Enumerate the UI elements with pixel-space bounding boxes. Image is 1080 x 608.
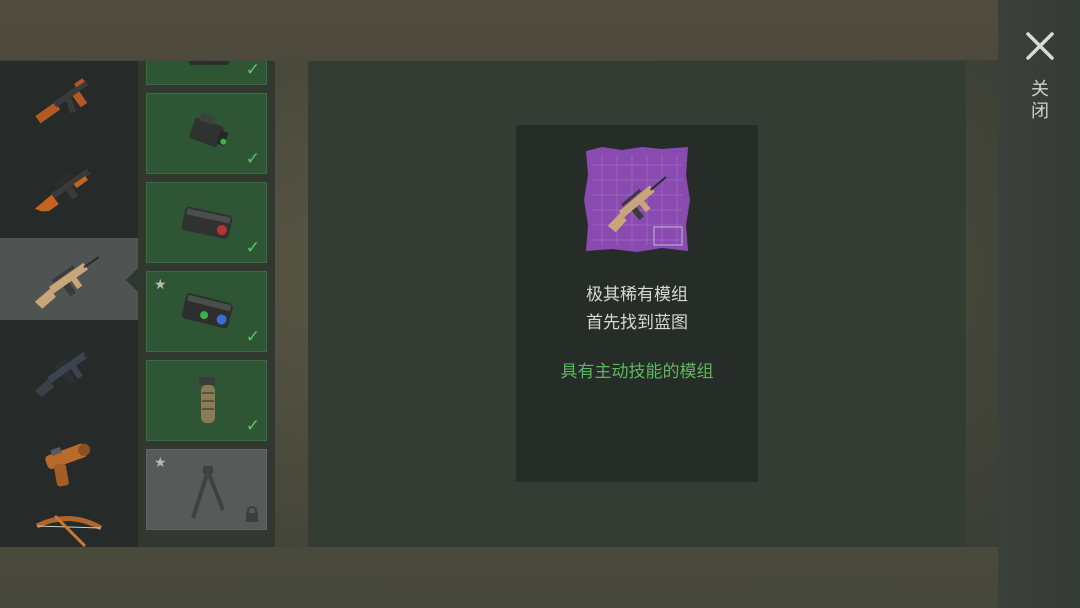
flare-gun-icon (45, 443, 91, 487)
star-icon: ★ (154, 455, 167, 471)
weapon-item-bow[interactable] (0, 501, 138, 547)
selection-arrow (126, 268, 138, 292)
weapon-item-ak[interactable] (0, 61, 138, 137)
close-label[interactable]: 关闭 (1028, 79, 1052, 123)
vertical-grip-icon (199, 377, 215, 423)
sniper-rifle-icon (34, 162, 102, 212)
owned-check-icon: ✓ (245, 238, 260, 258)
scope-mod-icon (189, 61, 229, 65)
owned-check-icon: ✓ (245, 61, 260, 80)
owned-check-icon: ✓ (245, 416, 260, 436)
weapon-list (0, 61, 138, 547)
mod-card-night-vision[interactable]: ★ ✓ (146, 271, 267, 352)
bow-icon (35, 514, 103, 547)
mod-card-flashlight[interactable]: ✓ (146, 182, 267, 263)
laser-sight-icon (189, 112, 229, 147)
night-vision-mod-icon (181, 293, 233, 329)
hint-text: 首先找到蓝图 (586, 313, 688, 333)
weapon-item-sniper[interactable] (0, 145, 138, 227)
owned-check-icon: ✓ (245, 149, 260, 169)
rarity-text: 极其稀有模组 (586, 285, 688, 305)
mod-column: ✓ ✓ ✓ ★ ✓ ✓ ★ (138, 61, 275, 547)
scar-rifle-icon (34, 256, 100, 309)
close-icon[interactable] (1022, 28, 1058, 64)
mod-detail-card: 极其稀有模组 首先找到蓝图 具有主动技能的模组 (516, 125, 758, 482)
mod-card-laser[interactable]: ✓ (146, 93, 267, 174)
blueprint-scar-icon (584, 147, 690, 252)
m4-rifle-icon (34, 345, 100, 397)
mod-card-scope[interactable]: ✓ (146, 61, 267, 85)
mod-card-grip[interactable]: ✓ (146, 360, 267, 441)
bottom-band (0, 547, 1080, 608)
owned-check-icon: ✓ (245, 327, 260, 347)
weapon-item-flare-gun[interactable] (0, 418, 138, 500)
bipod-icon (191, 466, 225, 519)
skill-text: 具有主动技能的模组 (560, 362, 714, 382)
lock-icon (246, 506, 258, 522)
ak-rifle-icon (35, 73, 100, 124)
weapon-item-scar[interactable] (0, 238, 138, 320)
flashlight-mod-icon (181, 206, 233, 239)
top-band (0, 0, 1080, 60)
weapon-item-m4[interactable] (0, 327, 138, 409)
star-icon: ★ (154, 277, 167, 293)
mod-card-bipod[interactable]: ★ (146, 449, 267, 530)
